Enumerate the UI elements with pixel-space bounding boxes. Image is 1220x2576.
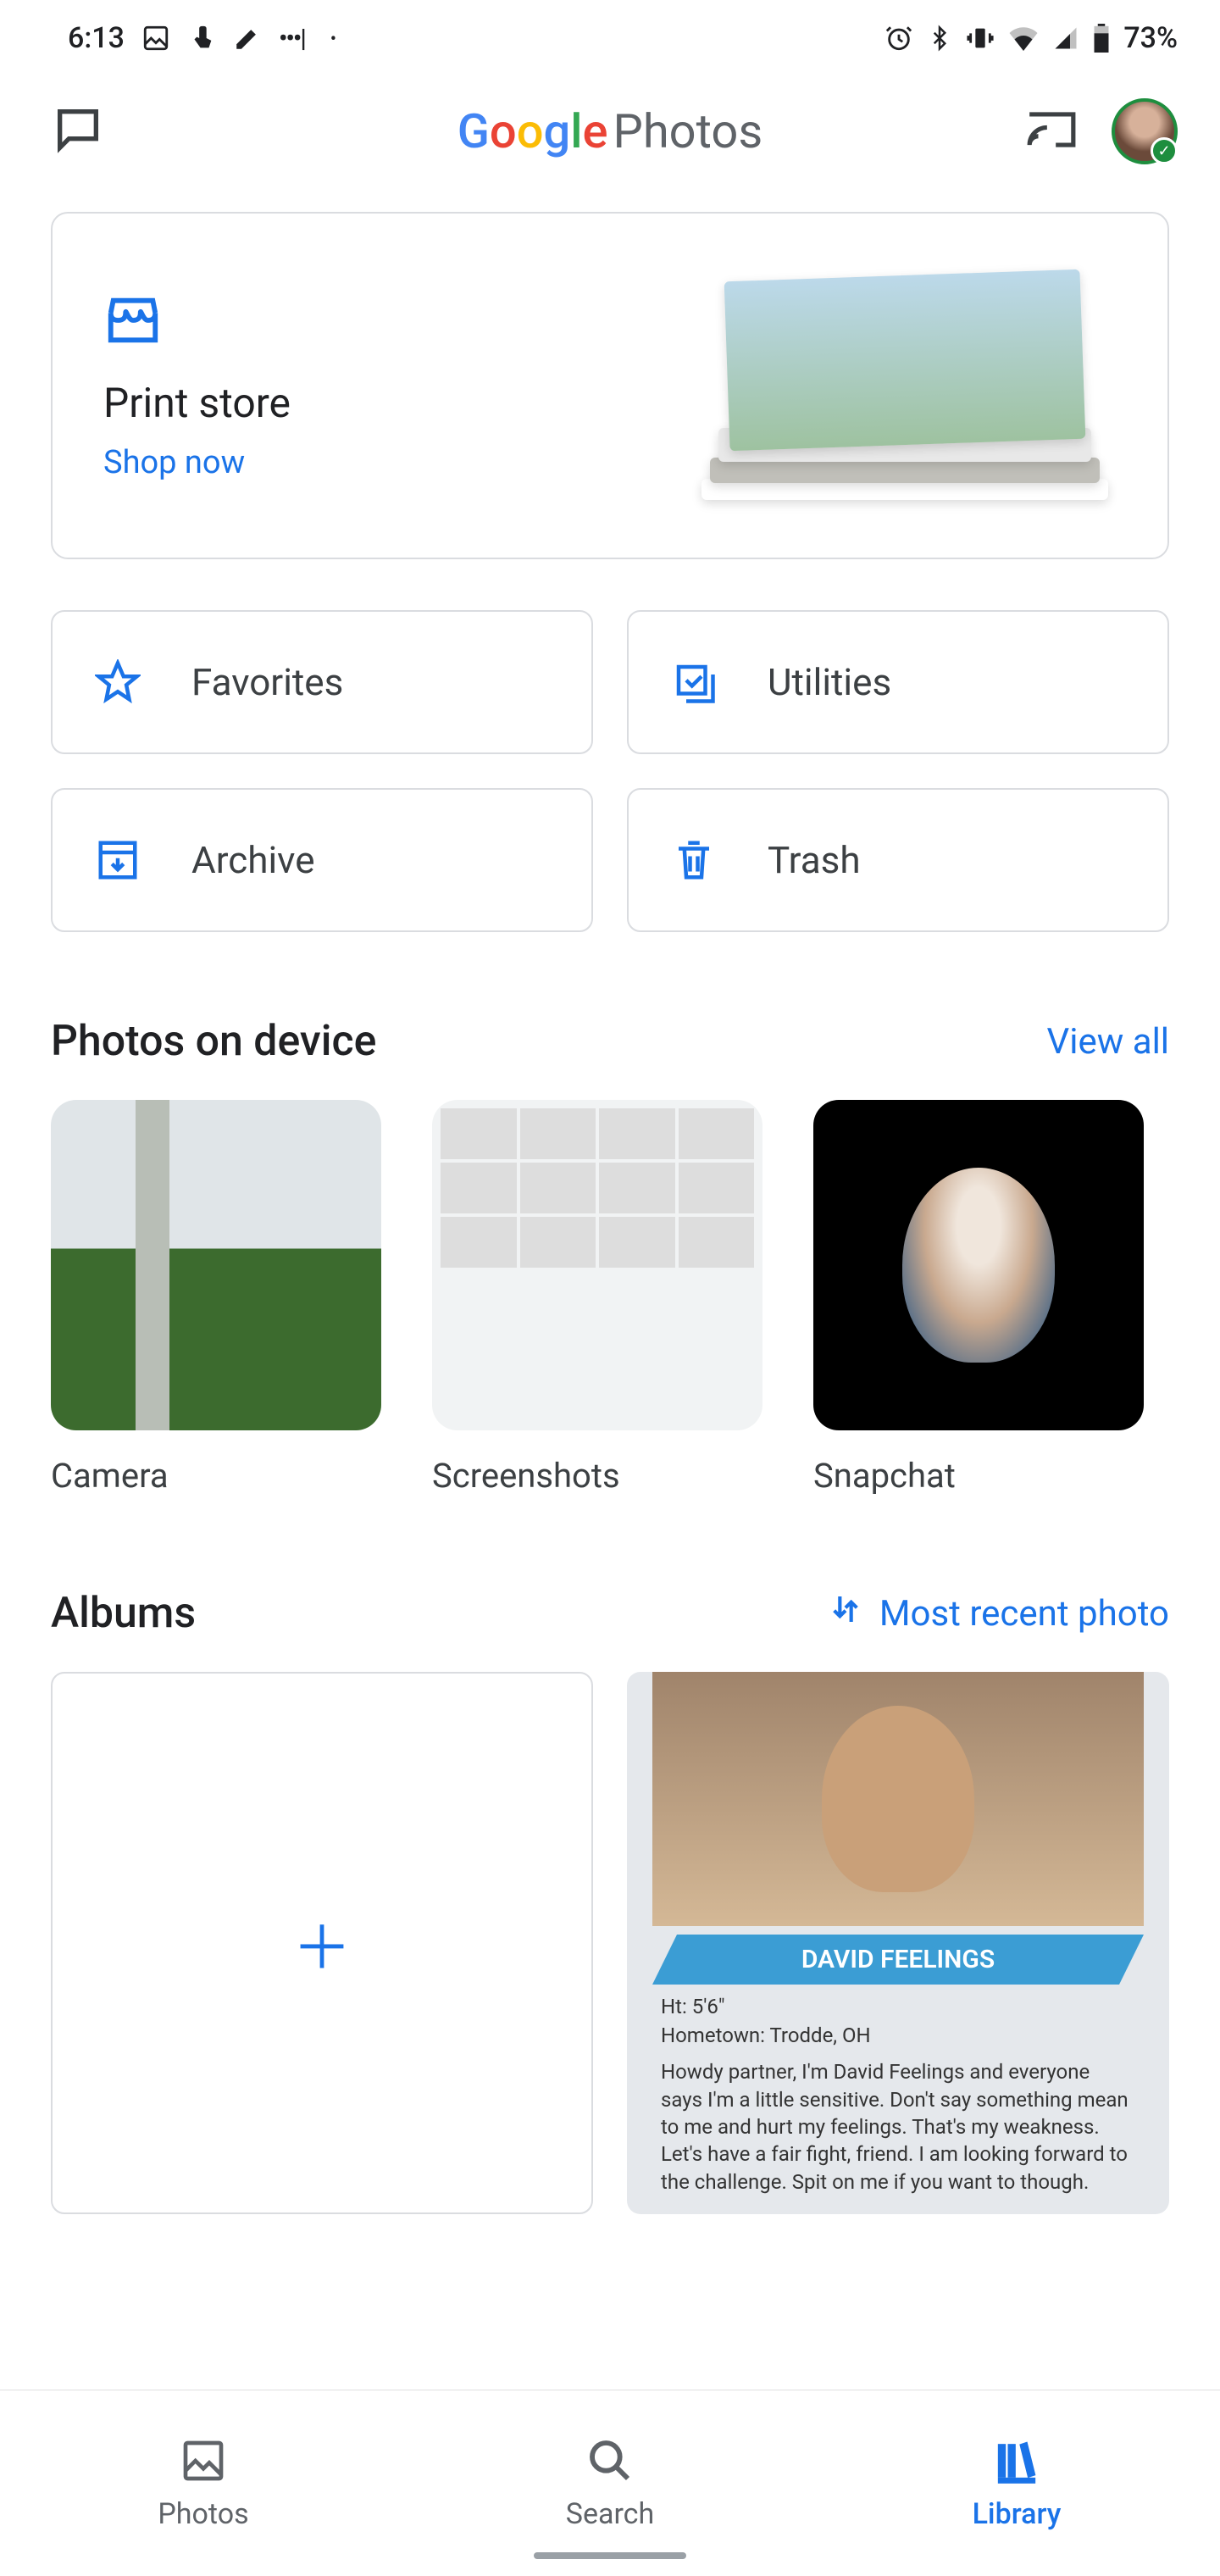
vibrate-icon	[966, 24, 995, 53]
sort-label: Most recent photo	[879, 1593, 1169, 1635]
snapchat-thumbnail	[813, 1100, 1144, 1430]
battery-percent: 73%	[1123, 21, 1178, 55]
device-folder-camera[interactable]: Camera	[51, 1100, 381, 1496]
app-header: Google Photos ✓	[0, 76, 1220, 186]
status-left: 6:13 •••| •	[68, 21, 336, 55]
nav-handle[interactable]	[534, 2552, 686, 2559]
albums-title: Albums	[51, 1589, 196, 1638]
device-folders-scroll[interactable]: Camera Screenshots Snapchat Re	[51, 1100, 1169, 1496]
library-icon	[992, 2436, 1041, 2485]
star-icon	[95, 659, 141, 705]
cast-icon[interactable]	[1025, 108, 1078, 155]
nav-library-label: Library	[973, 2497, 1062, 2531]
store-icon	[103, 337, 163, 353]
card-height: Ht: 5'6"	[627, 1993, 1169, 2022]
touch-icon	[187, 24, 216, 53]
trash-icon	[671, 837, 717, 883]
nav-photos[interactable]: Photos	[0, 2390, 407, 2576]
shop-now-link[interactable]: Shop now	[103, 444, 291, 481]
screenshots-thumbnail	[432, 1100, 762, 1430]
account-avatar[interactable]: ✓	[1112, 98, 1178, 164]
bottom-nav: Photos Search Library	[0, 2390, 1220, 2576]
battery-icon	[1093, 24, 1110, 53]
more-icon: •••|	[279, 24, 305, 53]
archive-button[interactable]: Archive	[51, 788, 593, 932]
camera-label: Camera	[51, 1456, 381, 1496]
sort-icon	[829, 1592, 862, 1635]
utilities-icon	[671, 659, 717, 705]
alarm-icon	[884, 24, 913, 53]
photo-books-illustration	[676, 250, 1117, 521]
card-name: DAVID FEELINGS	[652, 1935, 1144, 1985]
photos-on-device-header: Photos on device View all	[51, 1017, 1169, 1066]
app-title: Google Photos	[458, 103, 762, 159]
utilities-label: Utilities	[768, 660, 891, 704]
nav-search[interactable]: Search	[407, 2390, 813, 2576]
albums-sort-button[interactable]: Most recent photo	[829, 1592, 1169, 1635]
print-store-title: Print store	[103, 379, 291, 427]
plus-icon: ＋	[292, 1901, 352, 1986]
status-time: 6:13	[68, 21, 125, 55]
albums-header: Albums Most recent photo	[51, 1589, 1169, 1638]
album-item[interactable]: DAVID FEELINGS Ht: 5'6" Hometown: Trodde…	[627, 1672, 1169, 2214]
feedback-icon[interactable]	[51, 103, 105, 160]
trash-button[interactable]: Trash	[627, 788, 1169, 932]
print-store-card[interactable]: Print store Shop now	[51, 212, 1169, 559]
status-bar: 6:13 •••| • 73%	[0, 0, 1220, 76]
archive-label: Archive	[191, 838, 315, 882]
utilities-button[interactable]: Utilities	[627, 610, 1169, 754]
photos-word: Photos	[613, 103, 763, 159]
bluetooth-icon	[927, 24, 952, 53]
image-icon	[141, 24, 170, 53]
search-icon	[585, 2436, 635, 2485]
screenshots-label: Screenshots	[432, 1456, 762, 1496]
nav-search-label: Search	[566, 2497, 654, 2531]
status-right: 73%	[884, 21, 1178, 55]
edit-icon	[233, 24, 262, 53]
new-album-button[interactable]: ＋	[51, 1672, 593, 2214]
google-logo: Google	[458, 103, 608, 159]
device-folder-snapchat[interactable]: Snapchat	[813, 1100, 1144, 1496]
device-folder-screenshots[interactable]: Screenshots	[432, 1100, 762, 1496]
camera-thumbnail	[51, 1100, 381, 1430]
favorites-button[interactable]: Favorites	[51, 610, 593, 754]
albums-grid: ＋ DAVID FEELINGS Ht: 5'6" Hometown: Trod…	[51, 1672, 1169, 2214]
card-hometown: Hometown: Trodde, OH	[627, 2022, 1169, 2051]
wifi-icon	[1008, 25, 1039, 51]
nav-library[interactable]: Library	[813, 2390, 1220, 2576]
card-description: Howdy partner, I'm David Feelings and ev…	[627, 2050, 1169, 2204]
trash-label: Trash	[768, 838, 861, 882]
favorites-label: Favorites	[191, 660, 343, 704]
photos-on-device-title: Photos on device	[51, 1017, 376, 1066]
dot-icon: •	[330, 28, 336, 48]
archive-icon	[95, 837, 141, 883]
album-thumbnail	[652, 1672, 1144, 1926]
view-all-link[interactable]: View all	[1047, 1021, 1169, 1063]
nav-photos-label: Photos	[158, 2497, 248, 2531]
snapchat-label: Snapchat	[813, 1456, 1144, 1496]
signal-icon	[1052, 25, 1079, 51]
quick-actions: Favorites Utilities Archive Trash	[51, 610, 1169, 932]
backup-complete-icon: ✓	[1151, 137, 1178, 164]
photos-icon	[179, 2436, 228, 2485]
